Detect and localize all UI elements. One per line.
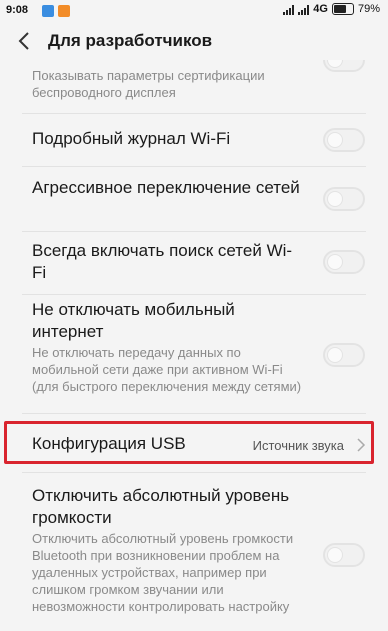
- setting-desc: Отключить абсолютный уровень громкости B…: [32, 531, 294, 614]
- setting-label: Всегда включать поиск сетей Wi-Fi: [32, 241, 293, 282]
- app-notification-icon: [58, 5, 70, 17]
- signal-icon-2: [298, 4, 310, 15]
- setting-wifi-verbose[interactable]: Подробный журнал Wi-Fi: [0, 114, 388, 166]
- setting-label: Отключить абсолютный уровень громкости: [32, 486, 290, 527]
- setting-label: Агрессивное переключение сетей: [32, 178, 300, 197]
- setting-always-scan[interactable]: Всегда включать поиск сетей Wi-Fi: [0, 232, 388, 296]
- setting-desc: Показывать параметры сертификации беспро…: [32, 68, 265, 100]
- signal-icon: [283, 4, 295, 15]
- setting-aggressive-handover[interactable]: Агрессивное переключение сетей: [0, 167, 388, 231]
- app-bar: Для разработчиков: [0, 22, 388, 60]
- setting-label: Подробный журнал Wi-Fi: [32, 129, 231, 148]
- upload-notification-icon: [42, 5, 54, 17]
- setting-desc: Не отключать передачу данных по мобильно…: [32, 345, 302, 394]
- highlight-box: [4, 421, 374, 464]
- status-time: 9:08: [6, 4, 29, 16]
- settings-list[interactable]: Показывать параметры сертификации беспро…: [0, 60, 388, 631]
- setting-label: Не отключать мобильный интернет: [32, 300, 235, 341]
- status-indicators: 4G 79%: [283, 3, 380, 15]
- toggle-switch[interactable]: [323, 250, 365, 274]
- setting-absolute-volume[interactable]: Отключить абсолютный уровень громкости О…: [0, 473, 388, 631]
- toggle-switch[interactable]: [323, 128, 365, 152]
- setting-wireless-display[interactable]: Показывать параметры сертификации беспро…: [0, 60, 388, 108]
- chevron-left-icon[interactable]: [14, 30, 36, 52]
- battery-icon: [331, 3, 354, 15]
- divider: [22, 413, 366, 414]
- setting-mobile-data-active[interactable]: Не отключать мобильный интернет Не отклю…: [0, 295, 388, 410]
- toggle-switch[interactable]: [323, 60, 365, 72]
- toggle-switch[interactable]: [323, 343, 365, 367]
- battery-percent: 79%: [357, 3, 380, 15]
- status-bar: 9:08 4G 79%: [0, 0, 388, 22]
- toggle-switch[interactable]: [323, 187, 365, 211]
- toggle-switch[interactable]: [323, 543, 365, 567]
- network-type: 4G: [313, 3, 328, 15]
- page-title: Для разработчиков: [48, 31, 213, 50]
